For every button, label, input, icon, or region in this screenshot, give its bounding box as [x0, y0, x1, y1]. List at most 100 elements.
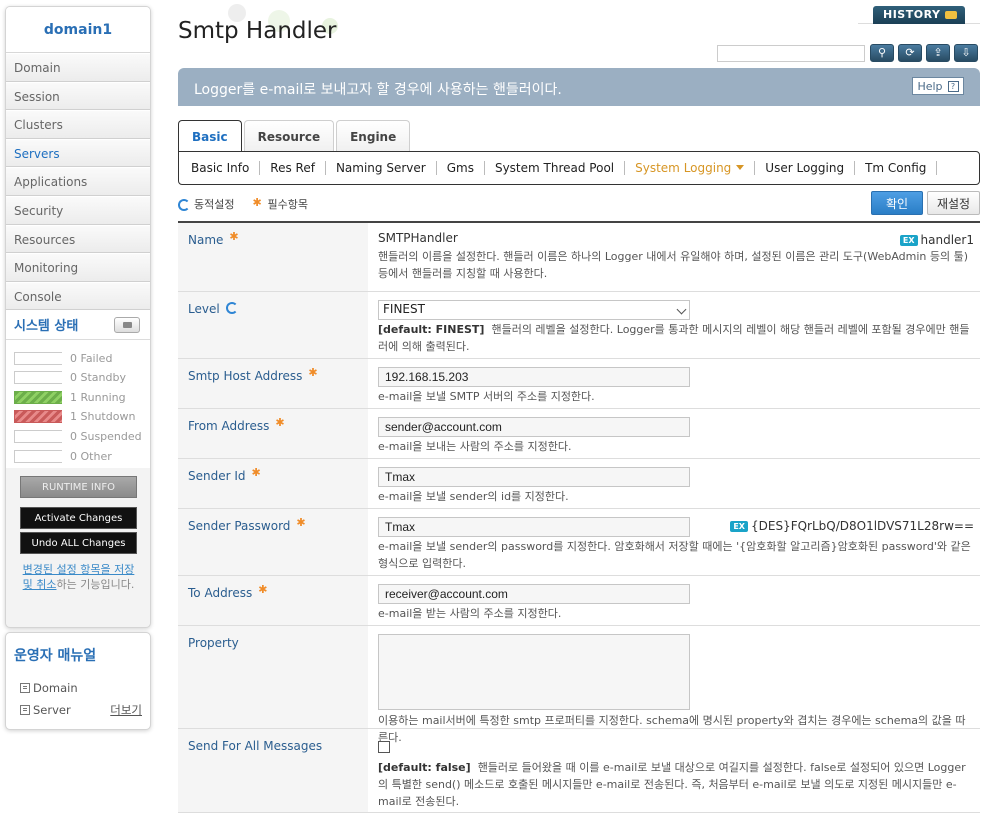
manual-title: 운영자 매뉴얼	[14, 648, 97, 664]
status-count: 1	[70, 410, 77, 424]
manual-panel: 운영자 매뉴얼 Domain Server 더보기	[5, 632, 151, 730]
activate-changes-button[interactable]: Activate Changes	[20, 507, 137, 530]
nav-item-clusters[interactable]: Clusters	[6, 110, 150, 139]
to-address-input[interactable]	[378, 584, 690, 604]
value-send-for-all: [default: false] 핸들러로 들어왔을 때 이를 e-mail로 …	[368, 729, 980, 812]
tab-basic[interactable]: Basic	[178, 120, 242, 152]
ex-value: {DES}FQrLbQ/D8O1lDVS71L28rw==	[750, 519, 974, 533]
send-for-all-checkbox[interactable]	[378, 741, 390, 753]
status-row-other: 0 Other	[14, 446, 150, 466]
subtab-system-logging[interactable]: System Logging	[625, 161, 756, 175]
sender-id-input[interactable]	[378, 467, 690, 487]
action-note: 변경된 설정 항목을 저장 및 취소하는 기능입니다.	[20, 562, 137, 592]
required-icon	[252, 466, 263, 480]
name-example: EX handler1	[899, 233, 974, 247]
export-xml-icon[interactable]: ⇪	[926, 44, 950, 62]
nav-item-domain[interactable]: Domain	[6, 53, 150, 82]
tab-resource[interactable]: Resource	[243, 120, 335, 152]
status-row-suspended: 0 Suspended	[14, 427, 150, 447]
more-link[interactable]: 더보기	[110, 702, 142, 718]
main-tabs: Basic Resource Engine	[178, 120, 412, 152]
send-for-all-default: [default: false]	[378, 761, 471, 774]
sender-id-help: e-mail을 보낼 sender의 id를 지정한다.	[378, 490, 569, 503]
nav-item-session[interactable]: Session	[6, 81, 150, 111]
status-label: Shutdown	[80, 410, 136, 424]
subtab-system-thread-pool[interactable]: System Thread Pool	[485, 161, 626, 175]
subtab-user-logging[interactable]: User Logging	[755, 161, 856, 175]
row-smtp-host: Smtp Host Address e-mail을 보낼 SMTP 서버의 주소…	[178, 359, 980, 409]
label-text: Level	[188, 302, 220, 316]
subtab-res-ref[interactable]: Res Ref	[260, 161, 326, 175]
undo-all-changes-button[interactable]: Undo ALL Changes	[20, 532, 137, 555]
status-toggle-icon[interactable]	[114, 316, 140, 333]
from-address-input[interactable]	[378, 417, 690, 437]
status-bar	[14, 449, 62, 463]
nav-item-resources[interactable]: Resources	[6, 224, 150, 254]
property-textarea[interactable]	[378, 634, 690, 710]
level-select[interactable]: FINEST	[378, 300, 690, 320]
help-icon: ?	[947, 80, 959, 92]
import-xml-icon[interactable]: ⇩	[954, 44, 978, 62]
ex-value: handler1	[920, 233, 974, 247]
value-from-address: e-mail을 보내는 사람의 주소를 지정한다.	[368, 409, 980, 458]
label-text: Property	[188, 636, 239, 650]
sender-password-input[interactable]	[378, 517, 690, 537]
row-send-for-all: Send For All Messages [default: false] 핸…	[178, 729, 980, 813]
manual-link-label: Domain	[33, 681, 78, 695]
nav-item-applications[interactable]: Applications	[6, 167, 150, 196]
level-help: [default: FINEST] 핸들러의 레벨을 설정한다. Logger를…	[378, 321, 974, 355]
tab-engine[interactable]: Engine	[336, 120, 411, 152]
row-property: Property 이용하는 mail서버에 특정한 smtp 프로퍼티를 지정한…	[178, 626, 980, 744]
refresh-icon[interactable]: ⟳	[898, 44, 922, 62]
search-icon[interactable]: ⚲	[870, 44, 894, 62]
search-input[interactable]	[717, 45, 865, 62]
subtab-tm-config[interactable]: Tm Config	[855, 161, 938, 175]
label-to-address: To Address	[178, 576, 368, 625]
subtab-naming-server[interactable]: Naming Server	[326, 161, 437, 175]
reset-button[interactable]: 재설정	[927, 191, 980, 215]
subtab-gms[interactable]: Gms	[437, 161, 485, 175]
nav-item-console[interactable]: Console	[6, 281, 150, 311]
history-button[interactable]: HISTORY	[858, 0, 980, 24]
form-table: Name SMTPHandler 핸들러의 이름을 설정한다. 핸들러 이름은 …	[178, 221, 980, 813]
history-label: HISTORY	[883, 8, 941, 21]
manual-link-domain[interactable]: Domain	[14, 677, 142, 699]
status-label: Failed	[80, 351, 113, 365]
status-count: 1	[70, 390, 77, 404]
left-sidebar: domain1 Domain Session Clusters Servers …	[5, 6, 151, 628]
nav-item-servers[interactable]: Servers	[6, 138, 150, 168]
label-text: Name	[188, 233, 224, 247]
value-property: 이용하는 mail서버에 특정한 smtp 프로퍼티를 지정한다. schema…	[368, 626, 980, 744]
status-label: Running	[80, 390, 126, 404]
confirm-button[interactable]: 확인	[871, 191, 923, 215]
domain-title[interactable]: domain1	[6, 7, 150, 53]
status-bar	[14, 371, 62, 385]
row-from-address: From Address e-mail을 보내는 사람의 주소를 지정한다.	[178, 409, 980, 459]
level-default: [default: FINEST]	[378, 323, 485, 336]
change-actions: RUNTIME INFO Activate Changes Undo ALL C…	[6, 468, 150, 625]
sub-tabs: Basic Info Res Ref Naming Server Gms Sys…	[178, 151, 980, 185]
help-button[interactable]: Help?	[912, 77, 964, 95]
row-sender-password: Sender Password e-mail을 보낼 sender의 passw…	[178, 509, 980, 576]
from-address-help: e-mail을 보내는 사람의 주소를 지정한다.	[378, 440, 572, 453]
help-label: Help	[917, 79, 943, 93]
ex-badge: EX	[899, 234, 918, 246]
label-level: Level	[178, 292, 368, 358]
status-count: 0	[70, 449, 77, 463]
label-send-for-all: Send For All Messages	[178, 729, 368, 812]
manual-link-server[interactable]: Server 더보기	[14, 699, 142, 721]
row-sender-id: Sender Id e-mail을 보낼 sender의 id를 지정한다.	[178, 459, 980, 509]
page-title: Smtp Handler	[178, 18, 337, 44]
nav-item-security[interactable]: Security	[6, 195, 150, 225]
page-description: Logger를 e-mail로 보내고자 할 경우에 사용하는 핸들러이다.	[194, 82, 562, 98]
required-icon	[308, 366, 319, 380]
level-select-value: FINEST	[383, 302, 425, 316]
status-row-running: 1 Running	[14, 388, 150, 408]
value-sender-id: e-mail을 보낼 sender의 id를 지정한다.	[368, 459, 980, 508]
smtp-host-input[interactable]	[378, 367, 690, 387]
subtab-basic-info[interactable]: Basic Info	[191, 161, 261, 175]
dynamic-setting-icon	[178, 199, 190, 211]
runtime-info-button[interactable]: RUNTIME INFO	[20, 476, 137, 499]
nav-item-monitoring[interactable]: Monitoring	[6, 253, 150, 282]
label-text: To Address	[188, 586, 253, 600]
